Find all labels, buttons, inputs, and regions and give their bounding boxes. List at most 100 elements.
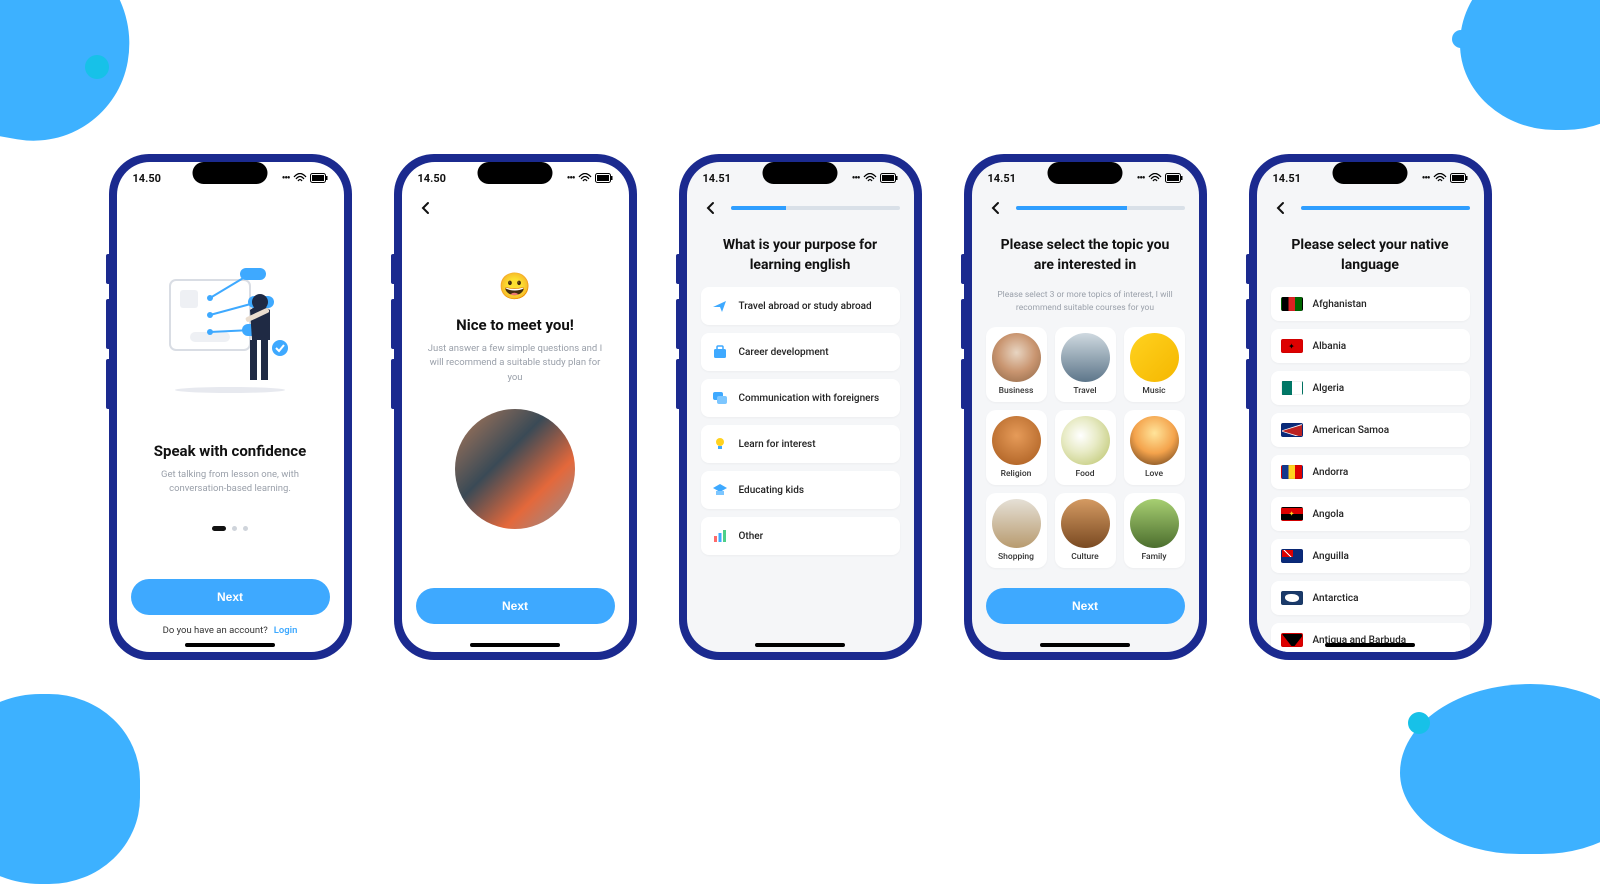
language-option-antarctica[interactable]: Antarctica — [1271, 581, 1470, 615]
smile-icon: 😀 — [416, 272, 615, 302]
chart-icon — [711, 527, 729, 545]
phone-notch — [763, 162, 838, 184]
language-option-afghanistan[interactable]: Afghanistan — [1271, 287, 1470, 321]
status-time: 14.51 — [703, 172, 731, 185]
phone-notch — [478, 162, 553, 184]
home-indicator — [185, 643, 275, 647]
briefcase-icon — [711, 343, 729, 361]
question-heading: Please select your native language — [1271, 232, 1470, 285]
language-option-angola[interactable]: ✦ Angola — [1271, 497, 1470, 531]
language-option-andorra[interactable]: Andorra — [1271, 455, 1470, 489]
progress-bar — [1016, 206, 1185, 210]
flag-icon — [1281, 423, 1303, 437]
country-label: Anguilla — [1313, 551, 1349, 562]
status-time: 14.51 — [1273, 172, 1301, 185]
onboarding-subtitle: Get talking from lesson one, with conver… — [131, 468, 330, 497]
topic-tile-family[interactable]: Family — [1124, 493, 1185, 568]
purpose-option-communication[interactable]: Communication with foreigners — [701, 379, 900, 417]
next-button[interactable]: Next — [986, 588, 1185, 624]
next-button[interactable]: Next — [131, 579, 330, 615]
topic-tile-business[interactable]: Business — [986, 327, 1047, 402]
question-heading: Please select the topic you are interest… — [986, 232, 1185, 285]
helper-text: Please select 3 or more topics of intere… — [986, 289, 1185, 315]
next-button[interactable]: Next — [416, 588, 615, 624]
greeting-subtitle: Just answer a few simple questions and I… — [416, 342, 615, 385]
topic-tile-religion[interactable]: Religion — [986, 410, 1047, 485]
back-button[interactable] — [701, 198, 721, 218]
language-option-antigua[interactable]: Antigua and Barbuda — [1271, 623, 1470, 652]
language-option-algeria[interactable]: Algeria — [1271, 371, 1470, 405]
phone-frame: 14.50 ••• 😀 Nice to meet you! Just answe… — [394, 154, 637, 660]
country-label: Antarctica — [1313, 593, 1359, 604]
flag-icon — [1281, 465, 1303, 479]
option-label: Learn for interest — [739, 439, 816, 450]
topic-image — [1130, 499, 1179, 548]
status-time: 14.51 — [988, 172, 1016, 185]
status-time: 14.50 — [133, 172, 161, 185]
topic-label: Religion — [992, 469, 1041, 479]
flag-icon — [1281, 549, 1303, 563]
flag-icon — [1281, 297, 1303, 311]
topic-image — [992, 333, 1041, 382]
topic-tile-love[interactable]: Love — [1124, 410, 1185, 485]
language-option-albania[interactable]: ✦ Albania — [1271, 329, 1470, 363]
topic-tile-food[interactable]: Food — [1055, 410, 1116, 485]
topic-image — [992, 499, 1041, 548]
home-indicator — [1325, 643, 1415, 647]
purpose-option-kids[interactable]: Educating kids — [701, 471, 900, 509]
progress-bar — [1301, 206, 1470, 210]
topic-tile-culture[interactable]: Culture — [1055, 493, 1116, 568]
login-link[interactable]: Login — [274, 625, 298, 636]
topic-label: Culture — [1061, 552, 1110, 562]
purpose-option-career[interactable]: Career development — [701, 333, 900, 371]
topic-tile-music[interactable]: Music — [1124, 327, 1185, 402]
topic-tile-shopping[interactable]: Shopping — [986, 493, 1047, 568]
back-button[interactable] — [1271, 198, 1291, 218]
phone-notch — [193, 162, 268, 184]
option-label: Educating kids — [739, 485, 805, 496]
topic-label: Family — [1130, 552, 1179, 562]
country-label: Andorra — [1313, 467, 1349, 478]
back-button[interactable] — [986, 198, 1006, 218]
topic-tile-travel[interactable]: Travel — [1055, 327, 1116, 402]
status-time: 14.50 — [418, 172, 446, 185]
flag-icon — [1281, 381, 1303, 395]
progress-bar — [731, 206, 900, 210]
topic-image — [1130, 333, 1179, 382]
mockup-row: 14.50 ••• — [0, 0, 1600, 814]
flag-icon: ✦ — [1281, 507, 1303, 521]
onboarding-illustration — [131, 214, 330, 436]
status-icons: ••• — [567, 173, 613, 184]
status-icons: ••• — [282, 173, 328, 184]
phone-frame: 14.51 ••• What is your purpose for learn… — [679, 154, 922, 660]
status-icons: ••• — [1422, 173, 1468, 184]
topic-label: Shopping — [992, 552, 1041, 562]
chat-icon — [711, 389, 729, 407]
purpose-option-travel[interactable]: Travel abroad or study abroad — [701, 287, 900, 325]
country-label: Angola — [1313, 509, 1344, 520]
status-icons: ••• — [1137, 173, 1183, 184]
page-indicator — [131, 526, 330, 531]
home-indicator — [470, 643, 560, 647]
language-option-american-samoa[interactable]: American Samoa — [1271, 413, 1470, 447]
phone-frame: 14.51 ••• Please select your native lang… — [1249, 154, 1492, 660]
topic-image — [1061, 333, 1110, 382]
topic-label: Music — [1130, 386, 1179, 396]
purpose-option-interest[interactable]: Learn for interest — [701, 425, 900, 463]
back-button[interactable] — [416, 198, 436, 218]
topic-image — [1130, 416, 1179, 465]
option-label: Career development — [739, 347, 829, 358]
onboarding-title: Speak with confidence — [131, 442, 330, 460]
greeting-title: Nice to meet you! — [416, 316, 615, 334]
phone-notch — [1048, 162, 1123, 184]
language-option-anguilla[interactable]: Anguilla — [1271, 539, 1470, 573]
home-indicator — [1040, 643, 1130, 647]
purpose-option-other[interactable]: Other — [701, 517, 900, 555]
graduation-icon — [711, 481, 729, 499]
flag-icon — [1281, 591, 1303, 605]
topic-image — [1061, 499, 1110, 548]
phone-frame: 14.51 ••• Please select the topic you ar… — [964, 154, 1207, 660]
topic-label: Food — [1061, 469, 1110, 479]
bulb-icon — [711, 435, 729, 453]
plane-icon — [711, 297, 729, 315]
